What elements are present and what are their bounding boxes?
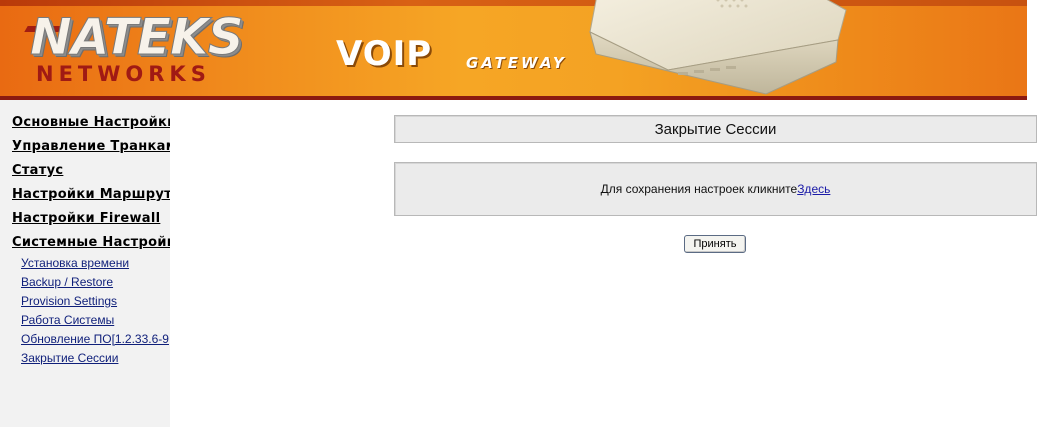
menu-item-system-settings[interactable]: Системные Настройки xyxy=(12,235,170,250)
sidebar-menu: Основные Настройки Управление Транками С… xyxy=(0,100,170,427)
submenu-item-time-setup[interactable]: Установка времени xyxy=(21,256,129,270)
banner-background: NATEKS NETWORKS VOIP GATEWAY xyxy=(0,0,1027,96)
product-voip: VOIP xyxy=(336,34,433,74)
save-message-text: Для сохранения настроек кликните xyxy=(600,182,798,196)
logo-networks: NETWORKS xyxy=(36,62,211,86)
logo-nateks: NATEKS xyxy=(30,8,245,67)
voip-gateway-device-icon xyxy=(589,0,847,95)
page-title-panel: Закрытие Сессии xyxy=(394,115,1037,143)
page-title: Закрытие Сессии xyxy=(654,120,777,138)
menu-item-status[interactable]: Статус xyxy=(12,163,63,178)
submenu-item-close-session[interactable]: Закрытие Сессии xyxy=(21,351,118,365)
submenu-item-firmware-update[interactable]: Обновление ПО[1.2.33.6-9 xyxy=(21,332,169,346)
accept-button[interactable]: Принять xyxy=(684,235,746,253)
menu-item-firewall-settings[interactable]: Настройки Firewall xyxy=(12,211,160,226)
message-panel: Для сохранения настроек кликнитеЗдесь xyxy=(394,162,1037,216)
menu-item-routing-settings[interactable]: Настройки Маршрутизации xyxy=(12,187,170,202)
submenu-item-system-operation[interactable]: Работа Системы xyxy=(21,313,114,327)
submenu-item-provision-settings[interactable]: Provision Settings xyxy=(21,294,117,308)
save-message: Для сохранения настроек кликнитеЗдесь xyxy=(601,182,831,196)
menu-item-trunk-management[interactable]: Управление Транками xyxy=(12,139,170,154)
save-here-link[interactable]: Здесь xyxy=(797,182,830,196)
header-banner: NATEKS NETWORKS VOIP GATEWAY xyxy=(0,0,1053,100)
submenu-item-backup-restore[interactable]: Backup / Restore xyxy=(21,275,113,289)
product-gateway: GATEWAY xyxy=(466,54,567,72)
menu-item-basic-settings[interactable]: Основные Настройки xyxy=(12,115,170,130)
